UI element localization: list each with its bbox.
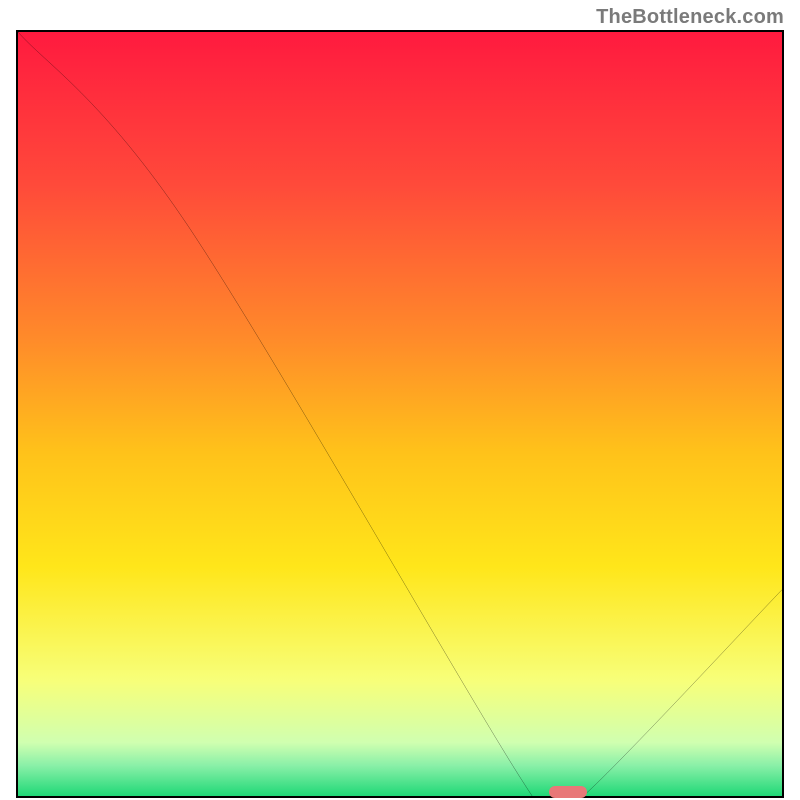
chart-background bbox=[18, 32, 782, 796]
chart-frame bbox=[16, 30, 784, 798]
watermark-label: TheBottleneck.com bbox=[596, 6, 784, 29]
optimal-marker bbox=[549, 786, 587, 798]
chart-svg bbox=[18, 32, 782, 796]
